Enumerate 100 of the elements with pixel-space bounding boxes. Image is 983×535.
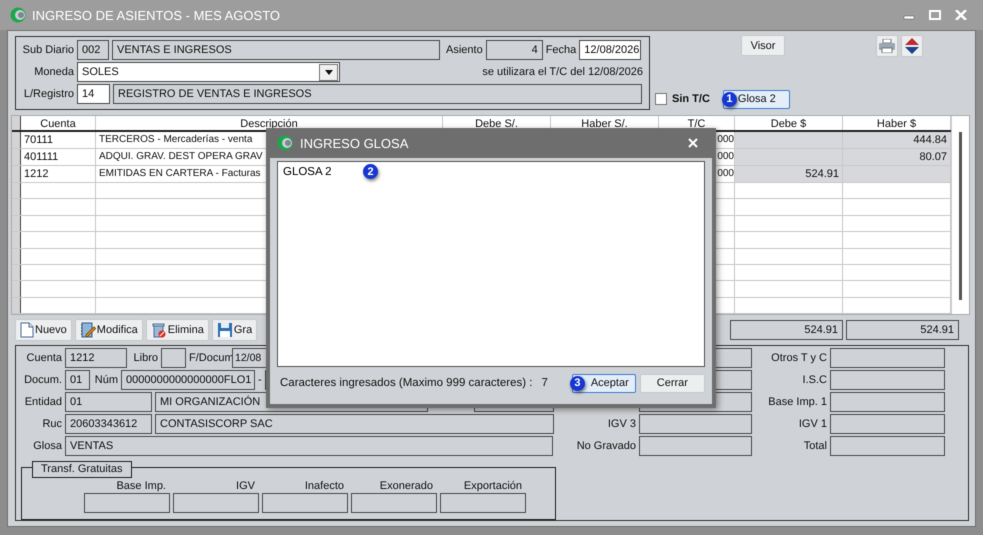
glosa-button[interactable]: 1 Glosa 2: [722, 90, 790, 108]
toolbar-button[interactable]: Elimina: [146, 319, 209, 341]
row-header[interactable]: [12, 216, 21, 232]
dialog-title: INGRESO GLOSA: [300, 136, 408, 150]
text-field[interactable]: [639, 436, 752, 456]
text-field[interactable]: [830, 436, 945, 456]
row-header[interactable]: [12, 281, 21, 297]
dialog-button[interactable]: 3 Aceptar: [572, 374, 636, 392]
column-header: Debe $: [735, 116, 843, 130]
field-label: Otros T y C: [770, 352, 827, 364]
row-header[interactable]: [12, 199, 21, 215]
sub-diario-name-field[interactable]: VENTAS E INGRESOS: [112, 40, 440, 60]
checkbox-label: Sin T/C: [672, 93, 710, 105]
text-field[interactable]: [830, 348, 945, 368]
close-icon[interactable]: [955, 10, 967, 20]
field-label: Docum.: [23, 374, 62, 386]
text-field[interactable]: [351, 493, 437, 513]
docum-field[interactable]: 01: [65, 370, 90, 390]
field-label: Inafecto: [304, 480, 345, 492]
export-button[interactable]: [901, 35, 923, 57]
entidad-code-field[interactable]: 01: [65, 392, 152, 412]
field-label: Exonerado: [380, 480, 434, 492]
column-header: Haber $: [843, 116, 951, 130]
field-label: Fecha: [546, 44, 576, 56]
field-label: Base Imp.: [116, 480, 167, 492]
table-cell: 524.91: [735, 166, 843, 182]
text-field[interactable]: [639, 414, 752, 434]
diamond-icon: [905, 38, 919, 54]
ruc-field[interactable]: 20603343612: [65, 414, 152, 434]
asiento-field[interactable]: 4: [486, 40, 543, 60]
scrollbar[interactable]: [959, 132, 962, 300]
registro-code-field[interactable]: 14: [77, 84, 110, 104]
fecha-field[interactable]: 12/08/2026: [579, 40, 642, 60]
field-label: Glosa: [32, 440, 62, 452]
row-header[interactable]: [12, 248, 21, 264]
field-label: L/Registro: [22, 88, 74, 100]
field-label: Ruc: [41, 418, 62, 430]
app-logo-icon: [277, 135, 293, 151]
row-header[interactable]: [12, 298, 21, 313]
cuenta-field[interactable]: 1212: [65, 348, 127, 368]
exchange-rate-note: se utilizara el T/C del 12/08/2026: [482, 66, 643, 78]
text-field[interactable]: [173, 493, 259, 513]
field-label: Asiento: [446, 44, 483, 56]
trash-can-icon: [150, 322, 167, 338]
toolbar-button[interactable]: Modifica: [74, 319, 143, 341]
table-cell: 1212: [21, 166, 96, 182]
field-label: No Gravado: [576, 440, 636, 452]
row-header[interactable]: [12, 149, 21, 165]
column-header: Cuenta: [21, 116, 96, 130]
field-label: Moneda: [33, 66, 74, 78]
character-count: 7: [541, 377, 548, 389]
field-label: Núm: [94, 374, 118, 386]
field-label: I.S.C: [802, 374, 827, 386]
field-label: Base Imp. 1: [767, 396, 827, 408]
toolbar-button[interactable]: Nuevo: [15, 319, 72, 341]
table-cell: 80.07: [843, 149, 951, 165]
num-field[interactable]: 0000000000000000FLO1: [121, 370, 255, 390]
text-field[interactable]: [830, 370, 945, 390]
sub-diario-code-field[interactable]: 002: [77, 40, 109, 60]
field-label: Exportación: [464, 480, 523, 492]
field-label: Entidad: [24, 396, 62, 408]
row-header[interactable]: [12, 264, 21, 280]
field-label: IGV 3: [606, 418, 636, 430]
maximize-icon[interactable]: [929, 10, 941, 20]
app-logo-icon: [10, 7, 26, 23]
row-header[interactable]: [12, 183, 21, 198]
printer-icon: [879, 39, 895, 53]
table-cell: 70111: [21, 132, 96, 148]
row-header[interactable]: [12, 116, 21, 130]
text-field[interactable]: [262, 493, 348, 513]
moneda-dropdown[interactable]: SOLES: [77, 62, 340, 82]
table-cell: 401111: [21, 149, 96, 165]
row-header[interactable]: [12, 166, 21, 182]
text-field[interactable]: [440, 493, 526, 513]
row-header[interactable]: [12, 232, 21, 248]
registro-name-field[interactable]: REGISTRO DE VENTAS E INGRESOS: [113, 84, 642, 104]
total-field: 524.91: [730, 320, 843, 340]
print-button[interactable]: [876, 35, 898, 57]
text-field[interactable]: [830, 392, 945, 412]
dialog-button[interactable]: Cerrar: [640, 374, 705, 392]
text-field[interactable]: [830, 414, 945, 434]
row-header[interactable]: [12, 132, 21, 148]
visor-button[interactable]: Visor: [741, 35, 785, 56]
caret-icon: [324, 70, 332, 74]
notebook-pencil-icon: [80, 322, 96, 338]
libro-field[interactable]: [161, 348, 186, 368]
close-icon[interactable]: [688, 138, 698, 148]
character-count-label: Caracteres ingresados (Maximo 999 caracteres) :: [280, 377, 532, 389]
window-title: INGRESO DE ASIENTOS - MES AGOSTO: [32, 8, 280, 22]
text-field[interactable]: [84, 493, 170, 513]
total-field: 524.91: [846, 320, 959, 340]
checkbox[interactable]: [655, 93, 667, 105]
toolbar-button[interactable]: Gra: [212, 319, 258, 341]
marker-badge: 1: [722, 92, 737, 106]
page-icon: [20, 322, 34, 338]
field-label: Libro: [132, 352, 158, 364]
glosa-field[interactable]: VENTAS: [65, 436, 553, 456]
table-cell: 444.84: [843, 132, 951, 148]
ruc-name-field[interactable]: CONTASISCORP SAC: [155, 414, 554, 434]
field-label: Sub Diario: [22, 44, 74, 56]
